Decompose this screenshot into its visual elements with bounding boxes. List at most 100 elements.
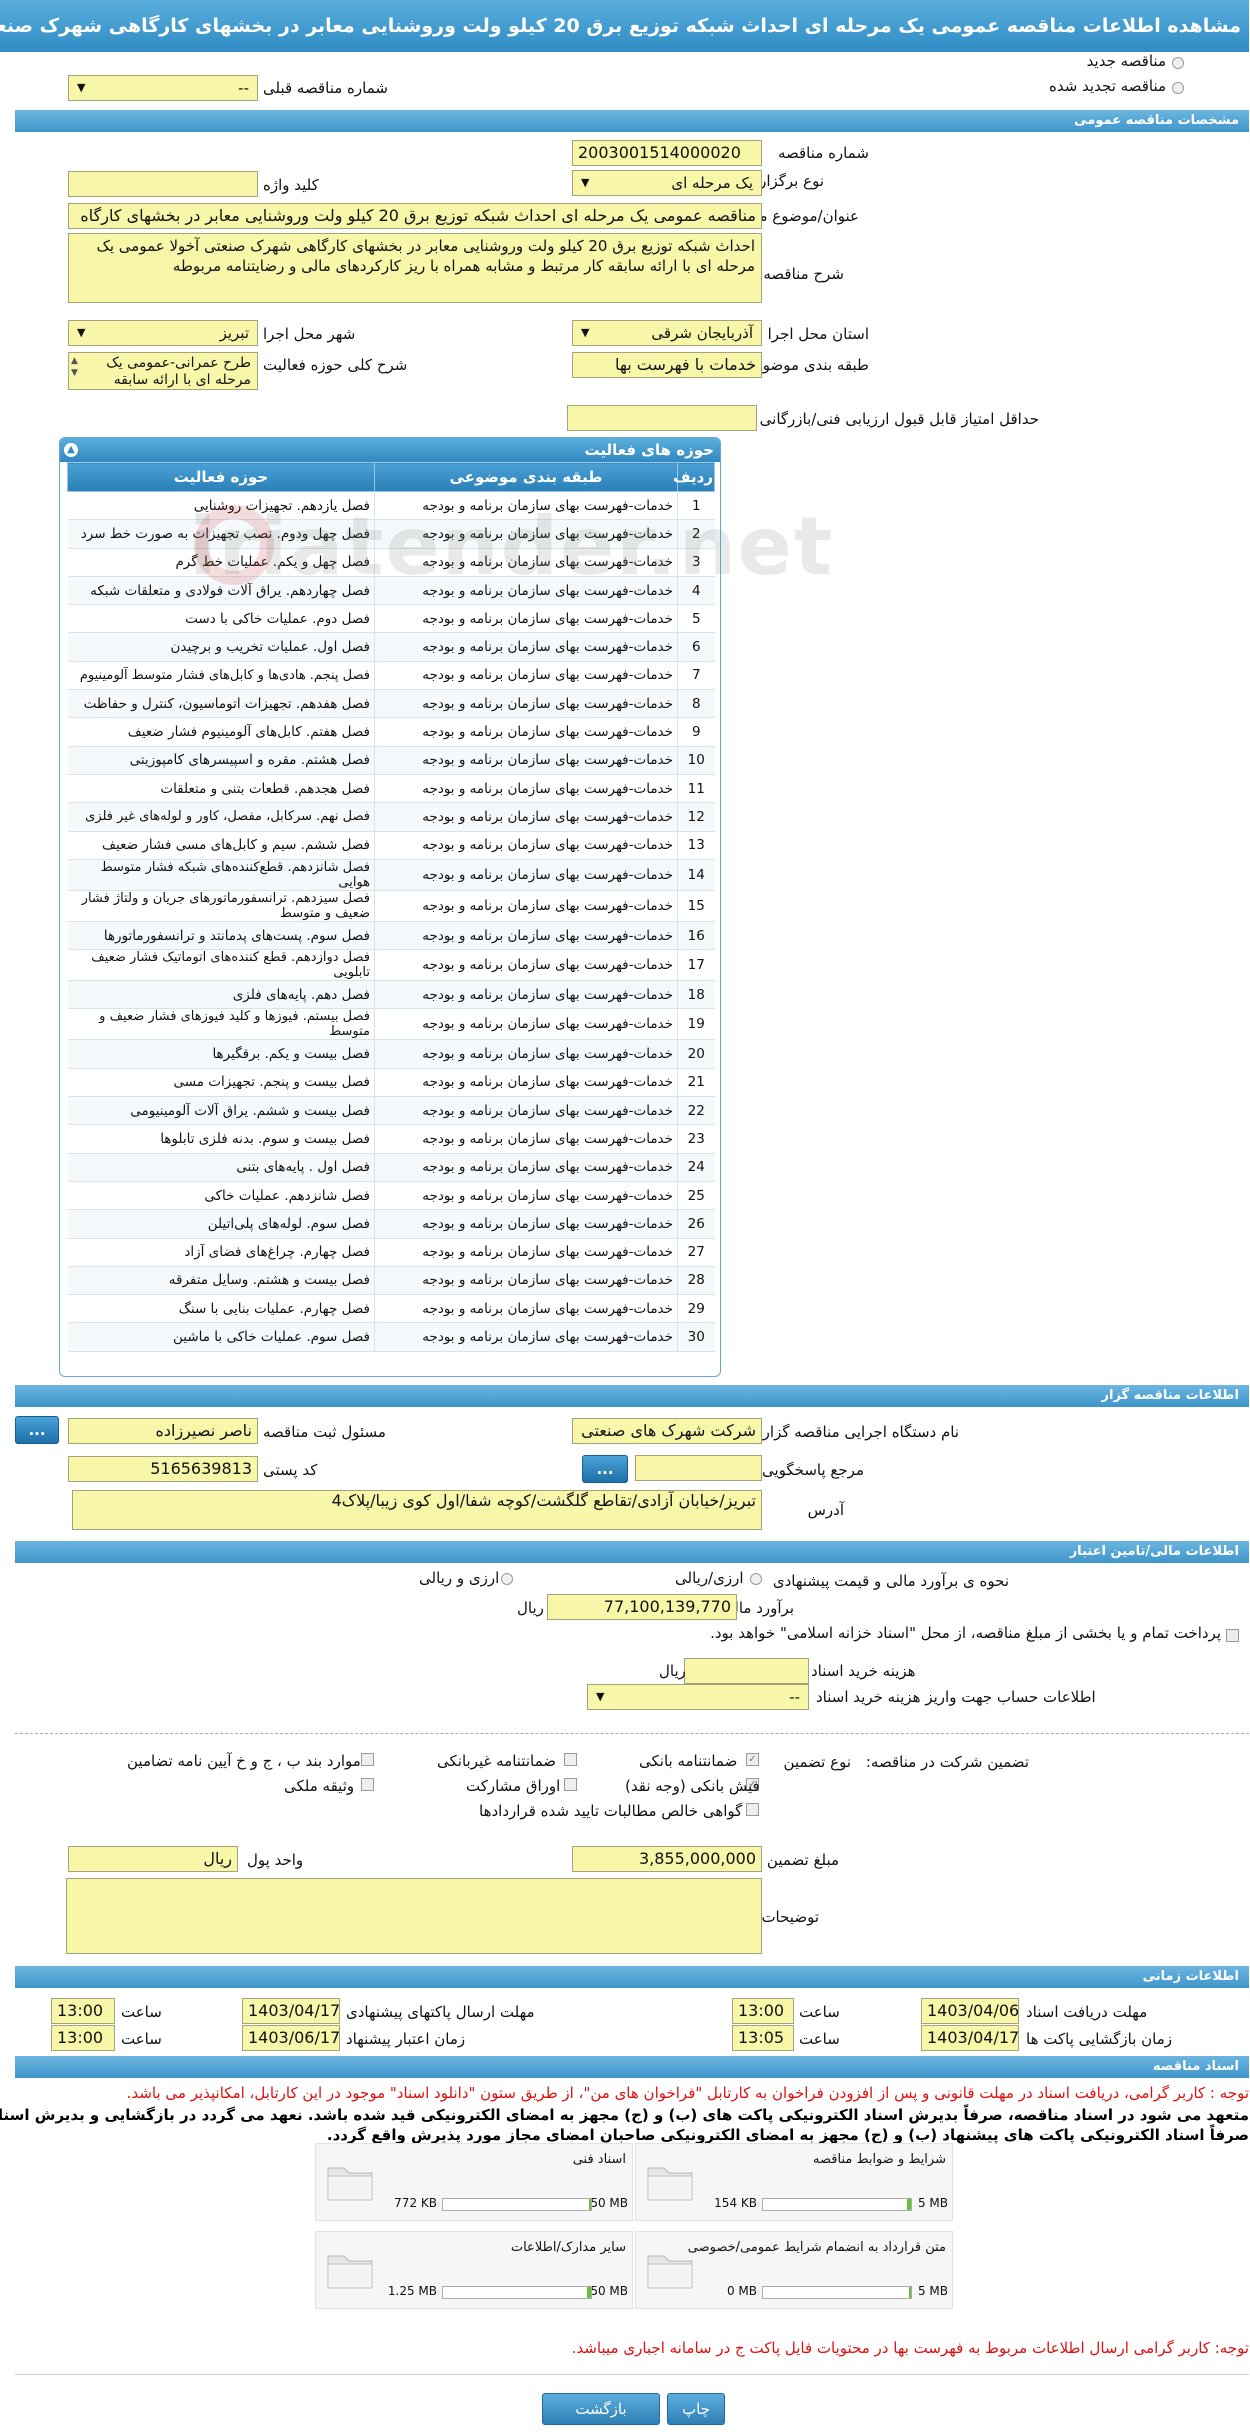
table-row[interactable]: 23 خدمات-فهرست بهای سازمان برنامه و بودجه… (68, 1124, 716, 1154)
table-row[interactable]: 13 خدمات-فهرست بهای سازمان برنامه و بودجه… (68, 831, 716, 860)
table-row[interactable]: 24 خدمات-فهرست بهای سازمان برنامه و بودجه… (68, 1153, 716, 1182)
file-box[interactable]: اسناد فنی 50 MB 772 KB (316, 2143, 634, 2221)
province-select[interactable]: ▼ آذربایجان شرقی (573, 320, 763, 346)
documents-note-4: توجه: کاربر گرامی ارسال اطلاعات مربوط به… (572, 2339, 1250, 2357)
org-field[interactable]: شرکت شهرک های صنعتی (573, 1418, 763, 1444)
property-checkbox[interactable] (362, 1778, 375, 1791)
keyword-field[interactable] (69, 171, 259, 197)
tender-number-field[interactable]: 2003001514000020 (573, 140, 763, 166)
file-box[interactable]: شرایط و ضوابط مناقصه 5 MB 154 KB (636, 2143, 954, 2221)
table-row[interactable]: 15 خدمات-فهرست بهای سازمان برنامه و بودجه… (68, 890, 716, 922)
validity-label: زمان اعتبار پیشنهاد (347, 2030, 467, 2048)
method-both-radio[interactable] (502, 1573, 514, 1585)
ref-lookup-button[interactable]: ... (583, 1455, 629, 1483)
article-checkbox[interactable] (362, 1753, 375, 1766)
table-row[interactable]: 26 خدمات-فهرست بهای سازمان برنامه و بودجه… (68, 1209, 716, 1239)
currency-unit-field[interactable]: ریال (69, 1846, 239, 1872)
subject-field[interactable]: مناقصه عمومی یک مرحله ای احداث شبکه توزی… (69, 203, 763, 229)
validity-date[interactable]: 1403/06/17 (243, 2025, 341, 2051)
doc-deadline-time[interactable]: 13:00 (733, 1998, 795, 2024)
nonbank-guarantee-label: ضمانتنامه غیربانکی (438, 1752, 557, 1770)
row-category: خدمات-فهرست بهای سازمان برنامه و بودجه (375, 774, 679, 804)
prev-number-label: شماره مناقصه قبلی (264, 79, 389, 97)
notes-field[interactable] (67, 1878, 763, 1954)
scroll-arrows-icon[interactable]: ▲ ▼ (72, 355, 79, 379)
file-size: 772 KB (395, 2196, 438, 2210)
time-label: ساعت (800, 2030, 841, 2048)
estimate-field[interactable]: 77,100,139,770 (548, 1594, 738, 1620)
activity-desc-field[interactable]: طرح عمرانی-عمومی یک مرحله ای با ارائه سا… (69, 352, 259, 390)
file-box[interactable]: متن قرارداد به انضمام شرایط عمومی/خصوصی 5… (636, 2231, 954, 2309)
category-field[interactable]: خدمات با فهرست بها (573, 352, 763, 378)
min-score-field[interactable] (568, 405, 758, 431)
bonds-label: اوراق مشارکت (467, 1777, 562, 1795)
official-field[interactable]: ناصر نصیرزاده (69, 1418, 259, 1444)
holding-type-select[interactable]: ▼ یک مرحله ای (573, 170, 763, 196)
bonds-checkbox[interactable] (565, 1778, 578, 1791)
table-row[interactable]: 8 خدمات-فهرست بهای سازمان برنامه و بودجه ف… (68, 689, 716, 719)
activities-panel-header: حوزه های فعالیت ▲ (61, 438, 721, 462)
submit-deadline-time[interactable]: 13:00 (52, 1998, 116, 2024)
row-activity: فصل بیست و ششم. یراق آلات آلومینیومی (68, 1096, 376, 1126)
table-row[interactable]: 5 خدمات-فهرست بهای سازمان برنامه و بودجه ف… (68, 604, 716, 634)
submit-deadline-date[interactable]: 1403/04/17 (243, 1998, 341, 2024)
row-category: خدمات-فهرست بهای سازمان برنامه و بودجه (375, 1266, 679, 1296)
address-field[interactable]: تبریز/خیابان آزادی/تقاطع گلگشت/کوچه شفا/… (73, 1490, 763, 1530)
table-row[interactable]: 25 خدمات-فهرست بهای سازمان برنامه و بودجه… (68, 1181, 716, 1211)
doc-deadline-label: مهلت دریافت اسناد (1027, 2003, 1149, 2021)
table-row[interactable]: 7 خدمات-فهرست بهای سازمان برنامه و بودجه ف… (68, 661, 716, 691)
print-button[interactable]: چاپ (668, 2393, 726, 2425)
prev-number-value: -- (239, 79, 250, 97)
table-row[interactable]: 21 خدمات-فهرست بهای سازمان برنامه و بودجه… (68, 1068, 716, 1098)
guarantee-amount-field[interactable]: 3,855,000,000 (573, 1846, 763, 1872)
bank-guarantee-checkbox[interactable]: ✓ (747, 1753, 760, 1766)
table-row[interactable]: 30 خدمات-فهرست بهای سازمان برنامه و بودجه… (68, 1322, 716, 1352)
table-row[interactable]: 27 خدمات-فهرست بهای سازمان برنامه و بودجه… (68, 1238, 716, 1267)
table-row[interactable]: 28 خدمات-فهرست بهای سازمان برنامه و بودجه… (68, 1266, 716, 1296)
row-activity: فصل هجدهم. قطعات بتنی و متعلقات (68, 774, 376, 804)
table-row[interactable]: 19 خدمات-فهرست بهای سازمان برنامه و بودجه… (68, 1008, 716, 1041)
validity-time[interactable]: 13:00 (52, 2025, 116, 2051)
official-lookup-button[interactable]: ... (16, 1416, 60, 1444)
min-score-label: حداقل امتیاز قابل قبول ارزیابی فنی/بازرگ… (760, 410, 1040, 428)
doc-cost-field[interactable] (685, 1658, 810, 1684)
row-category: خدمات-فهرست بهای سازمان برنامه و بودجه (375, 831, 679, 860)
renewed-tender-radio[interactable] (1173, 82, 1185, 94)
table-row[interactable]: 18 خدمات-فهرست بهای سازمان برنامه و بودجه… (68, 980, 716, 1010)
row-category: خدمات-فهرست بهای سازمان برنامه و بودجه (375, 1039, 679, 1069)
claims-checkbox[interactable] (747, 1803, 760, 1816)
table-row[interactable]: 20 خدمات-فهرست بهای سازمان برنامه و بودجه… (68, 1039, 716, 1069)
city-select[interactable]: ▼ تبریز (69, 320, 259, 346)
table-row[interactable]: 12 خدمات-فهرست بهای سازمان برنامه و بودجه… (68, 802, 716, 832)
table-row[interactable]: 11 خدمات-فهرست بهای سازمان برنامه و بودجه… (68, 774, 716, 804)
table-row[interactable]: 6 خدمات-فهرست بهای سازمان برنامه و بودجه ف… (68, 632, 716, 662)
account-select[interactable]: ▼ -- (588, 1684, 810, 1710)
table-row[interactable]: 9 خدمات-فهرست بهای سازمان برنامه و بودجه ف… (68, 717, 716, 747)
table-row[interactable]: 22 خدمات-فهرست بهای سازمان برنامه و بودجه… (68, 1096, 716, 1126)
guarantee-label: تضمین شرکت در مناقصه: (866, 1753, 1030, 1771)
method-rial-radio[interactable] (751, 1573, 763, 1585)
table-row[interactable]: 29 خدمات-فهرست بهای سازمان برنامه و بودجه… (68, 1294, 716, 1324)
return-button[interactable]: بازگشت (543, 2393, 661, 2425)
table-row[interactable]: 14 خدمات-فهرست بهای سازمان برنامه و بودجه… (68, 859, 716, 891)
ref-label: مرجع پاسخگویی (762, 1461, 865, 1479)
opening-time[interactable]: 13:05 (733, 2025, 795, 2051)
new-tender-radio[interactable] (1173, 57, 1185, 69)
nonbank-guarantee-checkbox[interactable] (565, 1753, 578, 1766)
description-field[interactable]: احداث شبکه توزیع برق 20 کیلو ولت وروشنای… (69, 233, 763, 303)
opening-date[interactable]: 1403/04/17 (922, 2025, 1020, 2051)
table-row[interactable]: 16 خدمات-فهرست بهای سازمان برنامه و بودجه… (68, 921, 716, 951)
row-number: 18 (678, 980, 716, 1010)
treasury-checkbox[interactable] (1227, 1629, 1240, 1642)
table-row[interactable]: 10 خدمات-فهرست بهای سازمان برنامه و بودجه… (68, 746, 716, 775)
table-row[interactable]: 17 خدمات-فهرست بهای سازمان برنامه و بودجه… (68, 949, 716, 982)
doc-deadline-date[interactable]: 1403/04/06 (922, 1998, 1020, 2024)
file-box[interactable]: سایر مدارک/اطلاعات 50 MB 1.25 MB (316, 2231, 634, 2309)
ref-field[interactable] (636, 1455, 763, 1481)
row-category: خدمات-فهرست بهای سازمان برنامه و بودجه (375, 746, 679, 775)
row-activity: فصل شانزدهم. قطع‌کننده‌های شبکه فشار متو… (68, 859, 376, 891)
collapse-icon[interactable]: ▲ (65, 443, 79, 457)
prev-number-select[interactable]: ▼ -- (69, 75, 259, 101)
row-number: 25 (678, 1181, 716, 1211)
postal-field[interactable]: 5165639813 (69, 1456, 259, 1482)
